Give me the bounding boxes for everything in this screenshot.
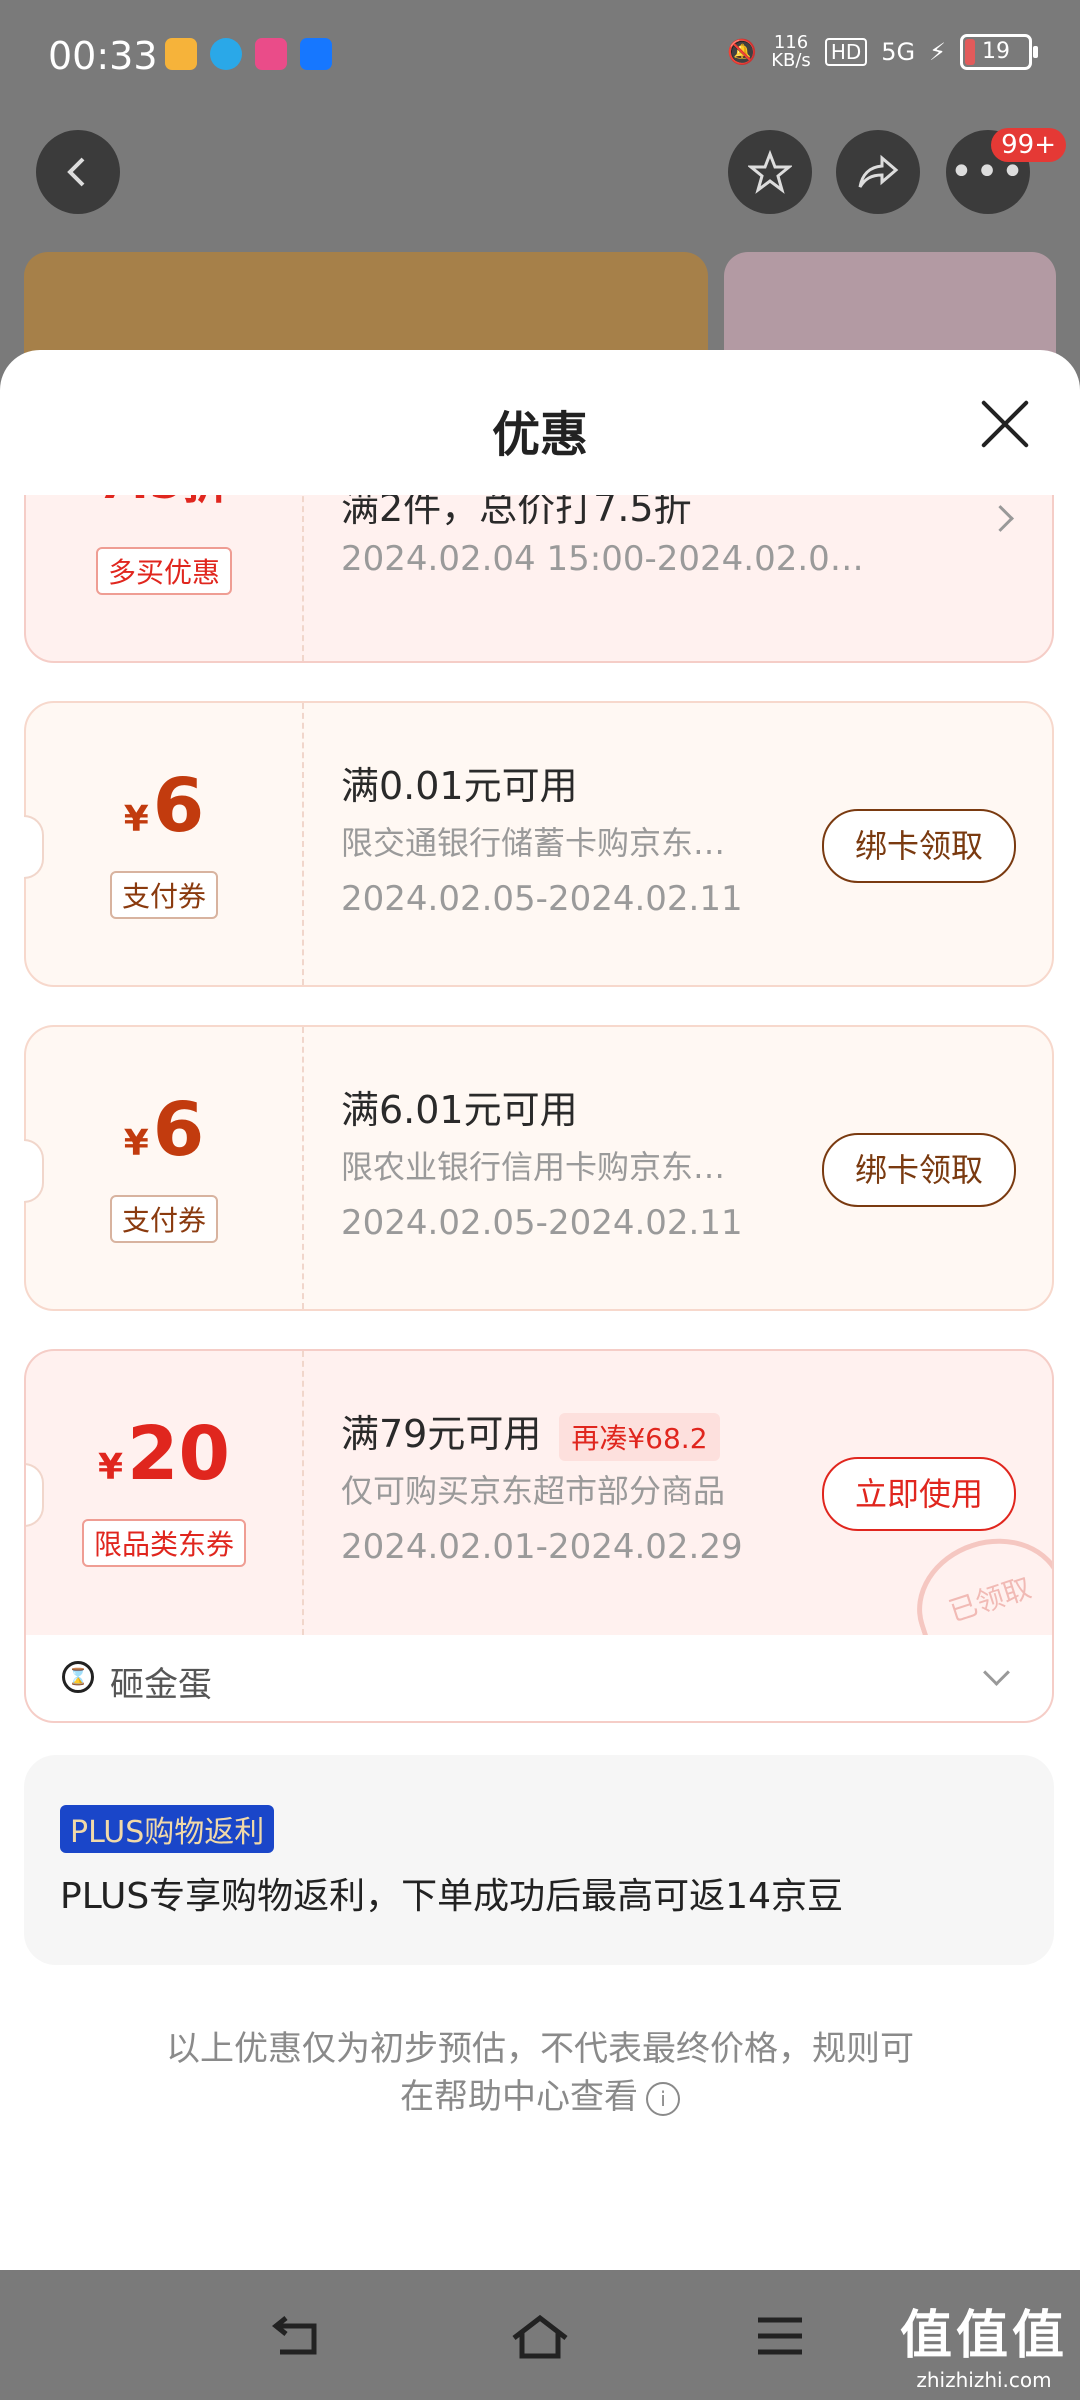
coupon-tag: 多买优惠 <box>95 547 232 595</box>
sheet-title: 优惠 <box>491 407 588 463</box>
info-icon[interactable]: i <box>646 2081 680 2116</box>
coupon-validity: 2024.02.04 15:00-2024.02.0… <box>341 539 864 579</box>
star-icon <box>748 150 792 194</box>
egg-icon: ⌛ <box>62 1661 94 1693</box>
home-nav-button[interactable] <box>510 2312 570 2374</box>
estimate-notice: 以上优惠仅为初步预估，不代表最终价格，规则可 在帮助中心查看 i <box>166 2029 914 2117</box>
home-icon <box>512 2314 568 2359</box>
bind-card-claim-button[interactable]: 绑卡领取 <box>822 1133 1016 1207</box>
favorite-button[interactable] <box>728 130 812 214</box>
message-badge: 99+ <box>991 128 1066 162</box>
coupon-condition: 满0.01元可用 <box>341 764 578 808</box>
coupon-validity: 2024.02.05-2024.02.11 <box>341 879 743 919</box>
alipay-icon <box>300 38 332 70</box>
back-nav-button[interactable] <box>270 2312 326 2372</box>
coupon-scope: 限农业银行信用卡购京东… <box>341 1148 726 1186</box>
use-now-button[interactable]: 立即使用 <box>822 1457 1016 1531</box>
plus-rebate-text: PLUS专享购物返利，下单成功后最高可返14京豆 <box>60 1876 843 1917</box>
discount-sheet: 优惠 7.5折 多买优惠 满2件，总价打7.5折 2024.02.04 15:0… <box>0 350 1080 2270</box>
clock: 00:33 <box>48 34 158 78</box>
share-icon <box>858 154 899 188</box>
coupon-card: ¥6 支付券 满6.01元可用 限农业银行信用卡购京东… 2024.02.05-… <box>24 1025 1054 1311</box>
coupon-condition: 满2件，总价打7.5折 <box>341 495 692 530</box>
coupon-tag: 支付券 <box>109 1195 218 1243</box>
watermark: 值值值 zhizhizhi.com <box>899 2306 1068 2392</box>
chevron-left-icon <box>67 157 85 187</box>
coupon-validity: 2024.02.05-2024.02.11 <box>341 1203 743 1243</box>
discount-list: 7.5折 多买优惠 满2件，总价打7.5折 2024.02.04 15:00-2… <box>0 495 1080 2270</box>
menu-icon <box>758 2317 802 2355</box>
coupon-card-multi-buy[interactable]: 7.5折 多买优惠 满2件，总价打7.5折 2024.02.04 15:00-2… <box>24 495 1054 663</box>
status-bar: 00:33 🔕 116 KB/s HD 5G ⚡ 19 <box>0 0 1080 115</box>
coupon-condition: 满79元可用 再凑¥68.2 <box>341 1403 720 1461</box>
coupon-condition: 满6.01元可用 <box>341 1088 578 1132</box>
battery-icon: 19 <box>960 34 1038 70</box>
menu-nav-button[interactable] <box>756 2312 804 2370</box>
hd-icon: HD <box>824 38 868 66</box>
coupon-amount: 20 <box>127 1411 231 1497</box>
coupon-card: ¥6 支付券 满0.01元可用 限交通银行储蓄卡购京东… 2024.02.05-… <box>24 701 1054 987</box>
coupon-amount: 6 <box>152 763 205 849</box>
system-nav-bar: 值值值 zhizhizhi.com <box>0 2270 1080 2400</box>
coupon-scope: 限交通银行储蓄卡购京东… <box>341 824 726 862</box>
signal-icon: 5G <box>881 38 916 66</box>
coupon-scope: 仅可购买京东超市部分商品 <box>341 1472 726 1510</box>
charging-icon: ⚡ <box>929 38 946 66</box>
notification-app-icon <box>255 38 287 70</box>
coupon-card: ¥20 限品类东券 满79元可用 再凑¥68.2 仅可购买京东超市部分商品 202… <box>24 1349 1054 1635</box>
close-icon[interactable] <box>976 396 1032 452</box>
top-up-chip: 再凑¥68.2 <box>559 1412 720 1461</box>
chevron-down-icon <box>983 1659 1010 1686</box>
claimed-stamp: 已领取 <box>900 1519 1052 1635</box>
golden-egg-row[interactable]: ⌛ 砸金蛋 <box>24 1635 1054 1723</box>
mute-icon: 🔕 <box>727 38 758 66</box>
coupon-tag: 支付券 <box>109 871 218 919</box>
share-button[interactable] <box>836 130 920 214</box>
plus-rebate-box: PLUS购物返利 PLUS专享购物返利，下单成功后最高可返14京豆 <box>24 1755 1054 1965</box>
coupon-tag: 限品类东券 <box>81 1519 246 1567</box>
back-button[interactable] <box>36 130 120 214</box>
back-icon <box>271 2316 317 2355</box>
coupon-amount: 6 <box>152 1087 205 1173</box>
golden-egg-label: 砸金蛋 <box>110 1665 212 1705</box>
notification-app-icon <box>165 38 197 70</box>
coupon-validity: 2024.02.01-2024.02.29 <box>341 1527 743 1567</box>
plus-badge: PLUS购物返利 <box>60 1805 275 1853</box>
bind-card-claim-button[interactable]: 绑卡领取 <box>822 809 1016 883</box>
net-speed: 116 KB/s <box>771 32 811 71</box>
qq-icon <box>210 38 242 70</box>
